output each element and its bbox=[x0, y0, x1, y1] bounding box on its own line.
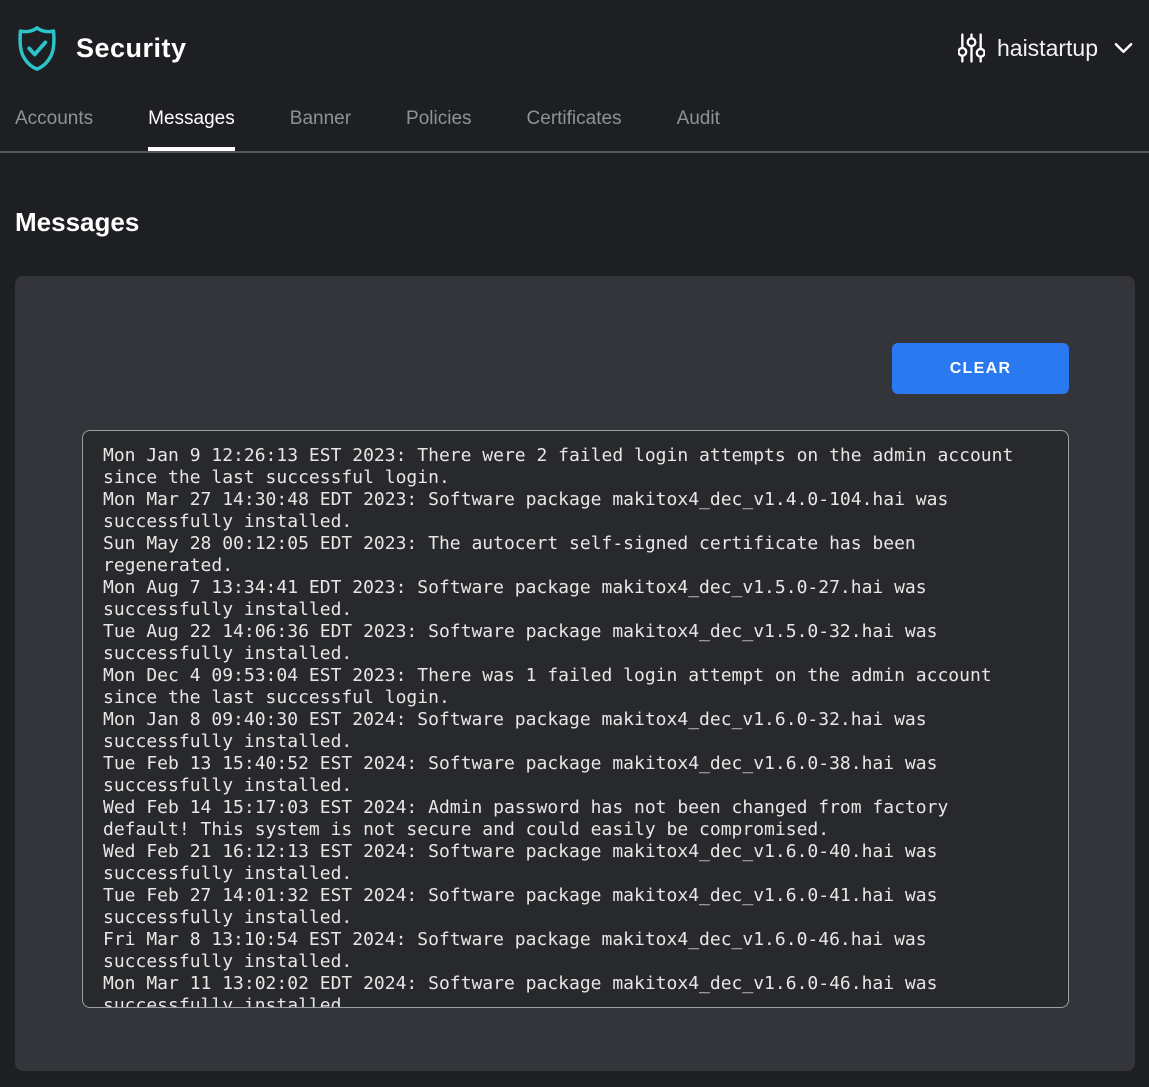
app-header: Security haistartup bbox=[0, 0, 1149, 96]
account-name: haistartup bbox=[997, 35, 1098, 62]
clear-button[interactable]: CLEAR bbox=[892, 343, 1069, 394]
account-menu[interactable]: haistartup bbox=[958, 31, 1133, 65]
sliders-icon bbox=[958, 31, 985, 65]
app-title: Security bbox=[76, 33, 187, 64]
tab-bar: Accounts Messages Banner Policies Certif… bbox=[0, 96, 1149, 153]
tab-certificates[interactable]: Certificates bbox=[527, 96, 622, 151]
tab-banner[interactable]: Banner bbox=[290, 96, 351, 151]
tab-messages[interactable]: Messages bbox=[148, 96, 235, 151]
messages-panel: CLEAR Mon Jan 9 12:26:13 EST 2023: There… bbox=[15, 276, 1135, 1071]
tab-audit[interactable]: Audit bbox=[677, 96, 720, 151]
page-title: Messages bbox=[15, 207, 1149, 237]
brand: Security bbox=[15, 24, 187, 72]
chevron-down-icon bbox=[1114, 42, 1133, 54]
log-output[interactable]: Mon Jan 9 12:26:13 EST 2023: There were … bbox=[82, 430, 1069, 1008]
tab-accounts[interactable]: Accounts bbox=[15, 96, 93, 151]
shield-check-icon bbox=[15, 24, 59, 72]
tab-policies[interactable]: Policies bbox=[406, 96, 471, 151]
button-row: CLEAR bbox=[15, 276, 1135, 394]
